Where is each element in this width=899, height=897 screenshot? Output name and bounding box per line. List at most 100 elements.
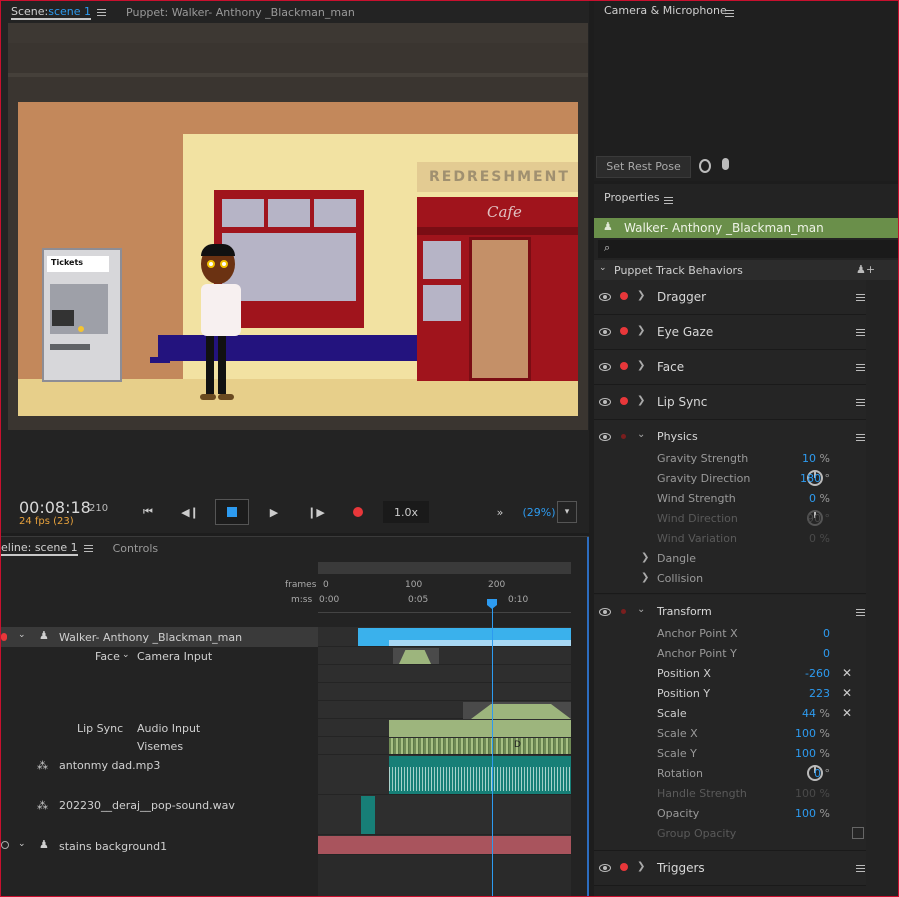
tab-scene[interactable]: Scene:scene 1 [1,1,116,23]
group-opacity-checkbox[interactable] [852,827,864,839]
eye-icon[interactable] [599,398,611,406]
menu-icon[interactable] [856,329,865,336]
audio-track-icon: ⁂ [37,759,48,772]
record-button[interactable] [349,501,367,523]
fast-forward-button[interactable]: » [491,501,509,523]
chevron-right-icon[interactable]: ❯ [637,325,645,336]
timeline-scrollbar[interactable] [318,562,571,574]
background-clip[interactable] [318,836,571,854]
step-back-button[interactable]: ◀❙ [181,501,199,523]
record-icon[interactable] [621,609,626,614]
position-x-value[interactable]: -260 [805,667,830,680]
behavior-row-dragger[interactable]: ❯ Dragger [594,280,866,315]
anchor-x-value[interactable]: 0 [823,627,830,640]
visemes-clip[interactable] [389,738,571,754]
audio-clip-2[interactable] [361,796,375,834]
chevron-down-icon[interactable]: ⌄ [637,429,645,440]
chevron-right-icon[interactable]: ❯ [641,552,649,563]
zoom-level[interactable]: (29%) [521,501,557,523]
chevron-right-icon[interactable]: ❯ [641,572,649,583]
puppet-character[interactable] [198,244,244,404]
chevron-right-icon[interactable]: ❯ [637,360,645,371]
eye-icon[interactable] [599,433,611,441]
menu-icon[interactable] [725,10,734,17]
close-icon[interactable]: ✕ [842,666,852,680]
audio-track-2-name: 202230__deraj__pop-sound.wav [59,799,235,812]
menu-icon[interactable] [856,609,865,616]
step-forward-button[interactable]: ❙▶ [307,501,325,523]
chevron-down-icon[interactable]: ⌄ [18,839,26,849]
wind-strength-value[interactable]: 0 % [809,492,830,505]
scale-y-value[interactable]: 100 % [795,747,830,760]
record-icon[interactable] [620,292,628,300]
record-arm-icon[interactable] [1,633,7,641]
menu-icon[interactable] [856,364,865,371]
microphone-icon[interactable] [722,158,729,170]
eye-icon[interactable] [599,328,611,336]
record-icon[interactable] [620,863,628,871]
tab-controls[interactable]: Controls [103,537,169,559]
menu-icon[interactable] [97,8,107,16]
menu-icon[interactable] [856,434,865,441]
add-behavior-icon[interactable]: ♟+ [856,263,875,276]
properties-search-input[interactable]: ⌕ [598,240,898,258]
camera-input-label: Camera Input [137,650,213,663]
gravity-direction-value[interactable]: 180 ° [800,472,830,485]
chevron-right-icon[interactable]: ❯ [637,861,645,872]
behavior-row-triggers[interactable]: ❯ Triggers [594,851,866,886]
menu-icon[interactable] [856,399,865,406]
stage-canvas[interactable]: Tickets REDRESHMENT Cafe [18,102,578,416]
menu-icon[interactable] [856,865,865,872]
chevron-down-icon[interactable]: ⌄ [122,650,130,660]
timecode: 00:08:18 [19,498,91,517]
menu-icon[interactable] [664,197,673,204]
search-icon: ⌕ [604,241,611,254]
zoom-dropdown[interactable]: ▾ [557,501,577,523]
record-icon[interactable] [620,362,628,370]
chevron-right-icon[interactable]: ❯ [637,290,645,301]
position-y-value[interactable]: 223 [809,687,830,700]
gravity-strength-value[interactable]: 10 % [802,452,830,465]
eye-icon[interactable] [599,608,611,616]
play-icon: ▶ [269,505,279,519]
close-icon[interactable]: ✕ [842,706,852,720]
rotation-value[interactable]: 0 ° [814,767,830,780]
stop-button[interactable] [215,499,249,525]
eye-icon[interactable] [599,363,611,371]
step-forward-icon: ❙▶ [307,505,325,519]
scale-x-value[interactable]: 100 % [795,727,830,740]
webcam-icon[interactable] [699,159,711,173]
behavior-row-eye-gaze[interactable]: ❯ Eye Gaze [594,315,866,350]
chevron-down-icon[interactable]: ⌄ [18,630,26,640]
play-button[interactable]: ▶ [265,501,283,523]
dangle-group[interactable]: Dangle [657,552,696,565]
timeline-tabbar: eline: scene 1 Controls [1,537,589,559]
collision-group[interactable]: Collision [657,572,703,585]
camera-panel-title: Camera & Microphone [604,4,727,17]
record-icon[interactable] [620,327,628,335]
puppet-icon: ♟ [39,629,49,642]
record-icon[interactable] [621,434,626,439]
tab-puppet[interactable]: Puppet: Walker- Anthony _Blackman_man [116,1,365,23]
eye-icon[interactable] [599,864,611,872]
lip-sync-clip[interactable] [389,720,571,737]
menu-icon[interactable] [856,294,865,301]
opacity-value[interactable]: 100 % [795,807,830,820]
behavior-row-face[interactable]: ❯ Face [594,350,866,385]
record-arm-icon[interactable] [1,841,9,849]
anchor-y-value[interactable]: 0 [823,647,830,660]
close-icon[interactable]: ✕ [842,686,852,700]
behavior-row-lip-sync[interactable]: ❯ Lip Sync [594,385,866,420]
chevron-down-icon[interactable]: ⌄ [637,604,645,615]
set-rest-pose-button[interactable]: Set Rest Pose [596,156,691,178]
section-header[interactable]: ⌄ Puppet Track Behaviors ♟+ [594,260,898,280]
viseme-marker: D [514,740,521,750]
go-to-start-button[interactable]: ⏮ [139,501,157,523]
record-icon[interactable] [620,397,628,405]
chevron-right-icon[interactable]: ❯ [637,395,645,406]
menu-icon[interactable] [83,544,93,552]
playback-speed[interactable]: 1.0x [383,501,429,523]
tab-timeline[interactable]: eline: scene 1 [1,537,103,559]
scale-value[interactable]: 44 % [802,707,830,720]
eye-icon[interactable] [599,293,611,301]
